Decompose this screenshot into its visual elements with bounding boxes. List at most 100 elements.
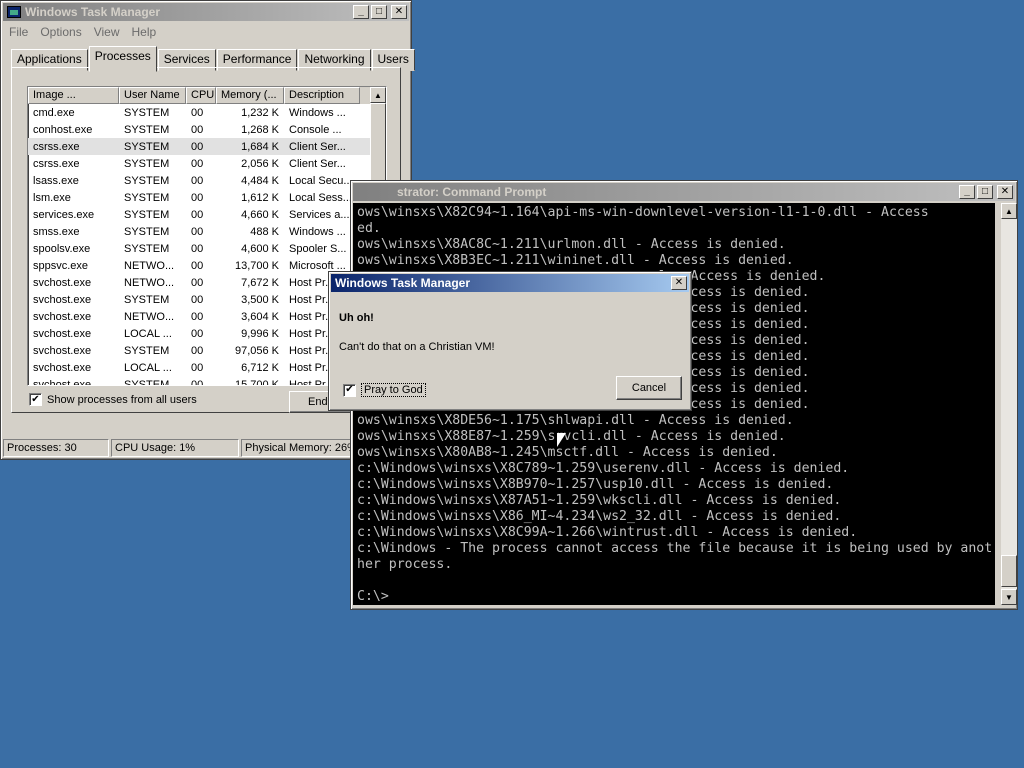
menu-view[interactable]: View <box>94 25 120 41</box>
process-description-cell: Client Ser... <box>289 140 346 153</box>
process-cpu-cell: 00 <box>191 191 204 204</box>
console-line: c:\Windows\winsxs\X87A51~1.259\wkscli.dl… <box>357 493 842 508</box>
console-scrollbar[interactable]: ▲ ▼ <box>1001 203 1017 605</box>
process-row[interactable]: csrss.exe SYSTEM 00 2,056 K Client Ser... <box>28 155 386 172</box>
status-processes: Processes: 30 <box>3 439 109 457</box>
error-dialog: Windows Task Manager ✕ Uh oh! Can't do t… <box>328 271 692 411</box>
process-memory-cell: 97,056 K <box>234 344 279 357</box>
column-image-name[interactable]: Image ... <box>28 87 119 104</box>
process-memory-cell: 9,996 K <box>241 327 279 340</box>
column-description[interactable]: Description <box>284 87 360 104</box>
close-button[interactable]: ✕ <box>391 5 407 19</box>
process-user-cell: SYSTEM <box>124 157 170 170</box>
process-description-cell: Local Secu... <box>289 174 353 187</box>
task-manager-title: Windows Task Manager <box>25 5 161 19</box>
process-image-cell: svchost.exe <box>33 276 92 289</box>
tab-processes[interactable]: Processes <box>88 46 157 72</box>
console-line: her process. <box>357 557 453 572</box>
process-cpu-cell: 00 <box>191 259 204 272</box>
menu-options[interactable]: Options <box>40 25 81 41</box>
command-prompt-title: strator: Command Prompt <box>397 185 547 199</box>
process-user-cell: SYSTEM <box>124 191 170 204</box>
console-scroll-up-icon[interactable]: ▲ <box>1001 203 1017 219</box>
process-row[interactable]: smss.exe SYSTEM 00 488 K Windows ... <box>28 223 386 240</box>
process-cpu-cell: 00 <box>191 276 204 289</box>
process-image-cell: conhost.exe <box>33 123 93 136</box>
process-user-cell: SYSTEM <box>124 242 170 255</box>
process-image-cell: csrss.exe <box>33 140 80 153</box>
column-user-name[interactable]: User Name <box>119 87 186 104</box>
process-row[interactable]: cmd.exe SYSTEM 00 1,232 K Windows ... <box>28 104 386 121</box>
cancel-button[interactable]: Cancel <box>616 376 682 400</box>
console-line: ows\winsxs\X8B3EC~1.211\wininet.dll - Ac… <box>357 253 794 268</box>
process-cpu-cell: 00 <box>191 123 204 136</box>
status-cpu: CPU Usage: 1% <box>111 439 239 457</box>
console-line: ed. <box>357 221 381 236</box>
process-memory-cell: 2,056 K <box>241 157 279 170</box>
show-all-users-option[interactable]: ✔ Show processes from all users <box>29 393 197 406</box>
console-minimize-button[interactable]: _ <box>959 185 975 199</box>
process-row[interactable]: lsm.exe SYSTEM 00 1,612 K Local Sess... <box>28 189 386 206</box>
process-memory-cell: 4,660 K <box>241 208 279 221</box>
process-image-cell: spoolsv.exe <box>33 242 91 255</box>
console-line: ows\winsxs\X80AB8~1.245\msctf.dll - Acce… <box>357 445 778 460</box>
pray-label: Pray to God <box>361 383 426 397</box>
process-description-cell: Client Ser... <box>289 157 346 170</box>
process-memory-cell: 15,700 K <box>234 378 279 386</box>
column-memory[interactable]: Memory (... <box>216 87 284 104</box>
process-cpu-cell: 00 <box>191 106 204 119</box>
process-image-cell: lsass.exe <box>33 174 79 187</box>
process-memory-cell: 7,672 K <box>241 276 279 289</box>
console-close-button[interactable]: ✕ <box>997 185 1013 199</box>
menu-help[interactable]: Help <box>132 25 157 41</box>
show-all-users-checkbox[interactable]: ✔ <box>29 393 42 406</box>
console-scroll-thumb[interactable] <box>1001 555 1017 587</box>
process-cpu-cell: 00 <box>191 361 204 374</box>
task-manager-titlebar[interactable]: Windows Task Manager _ □ ✕ <box>3 3 409 21</box>
process-description-cell: Services a... <box>289 208 350 221</box>
process-image-cell: smss.exe <box>33 225 80 238</box>
dialog-heading: Uh oh! <box>339 312 374 324</box>
process-cpu-cell: 00 <box>191 344 204 357</box>
menu-file[interactable]: File <box>9 25 28 41</box>
process-image-cell: lsm.exe <box>33 191 71 204</box>
dialog-title: Windows Task Manager <box>335 276 471 290</box>
mouse-pointer-icon <box>557 433 566 447</box>
command-prompt-titlebar[interactable]: strator: Command Prompt _ □ ✕ <box>353 183 1015 201</box>
scroll-up-arrow-icon[interactable]: ▲ <box>370 87 386 103</box>
dialog-close-button[interactable]: ✕ <box>671 276 687 290</box>
process-description-cell: Microsoft ... <box>289 259 346 272</box>
pray-checkbox[interactable]: ✔ <box>343 383 356 397</box>
process-list-header: Image ... User Name CPU Memory (... Desc… <box>28 87 386 104</box>
process-image-cell: svchost.exe <box>33 293 92 306</box>
process-row[interactable]: lsass.exe SYSTEM 00 4,484 K Local Secu... <box>28 172 386 189</box>
column-cpu[interactable]: CPU <box>186 87 216 104</box>
console-line: ows\winsxs\X8AC8C~1.211\urlmon.dll - Acc… <box>357 237 786 252</box>
maximize-button[interactable]: □ <box>371 5 387 19</box>
process-row[interactable]: services.exe SYSTEM 00 4,660 K Services a... <box>28 206 386 223</box>
task-manager-icon <box>7 6 21 18</box>
console-maximize-button[interactable]: □ <box>977 185 993 199</box>
process-memory-cell: 3,604 K <box>241 310 279 323</box>
minimize-button[interactable]: _ <box>353 5 369 19</box>
process-cpu-cell: 00 <box>191 140 204 153</box>
dialog-titlebar[interactable]: Windows Task Manager ✕ <box>331 274 689 292</box>
process-memory-cell: 1,268 K <box>241 123 279 136</box>
process-row[interactable]: conhost.exe SYSTEM 00 1,268 K Console ... <box>28 121 386 138</box>
process-image-cell: svchost.exe <box>33 344 92 357</box>
process-description-cell: Console ... <box>289 123 342 136</box>
process-image-cell: svchost.exe <box>33 327 92 340</box>
process-row[interactable]: csrss.exe SYSTEM 00 1,684 K Client Ser... <box>28 138 386 155</box>
process-user-cell: SYSTEM <box>124 208 170 221</box>
console-line: c:\Windows\winsxs\X8B970~1.257\usp10.dll… <box>357 477 834 492</box>
console-scroll-down-icon[interactable]: ▼ <box>1001 589 1017 605</box>
process-image-cell: svchost.exe <box>33 310 92 323</box>
process-memory-cell: 1,612 K <box>241 191 279 204</box>
process-user-cell: SYSTEM <box>124 344 170 357</box>
process-memory-cell: 1,684 K <box>241 140 279 153</box>
pray-option[interactable]: ✔ Pray to God <box>343 383 426 397</box>
process-cpu-cell: 00 <box>191 208 204 221</box>
process-row[interactable]: spoolsv.exe SYSTEM 00 4,600 K Spooler S... <box>28 240 386 257</box>
dialog-message: Can't do that on a Christian VM! <box>339 341 495 353</box>
